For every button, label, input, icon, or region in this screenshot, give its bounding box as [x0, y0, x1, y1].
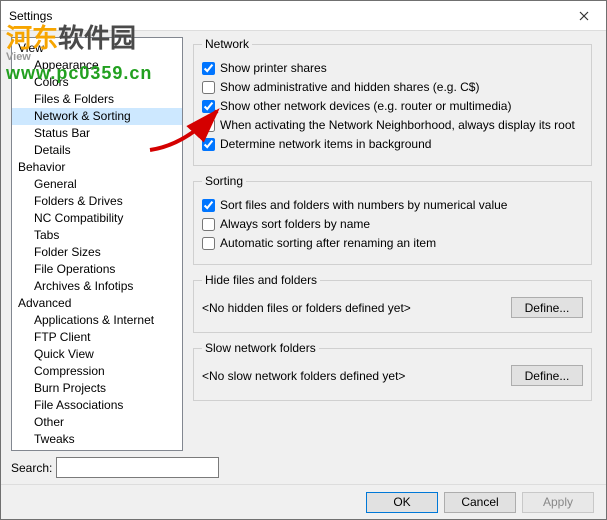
define-slow-button[interactable]: Define... [511, 365, 583, 386]
tree-item-tweaks[interactable]: Tweaks [12, 431, 182, 448]
group-sorting: Sorting Sort files and folders with numb… [193, 174, 592, 265]
tree-item-archives-infotips[interactable]: Archives & Infotips [12, 278, 182, 295]
category-tree[interactable]: View Appearance Colors Files & Folders N… [11, 37, 183, 451]
chk-auto-sort-rename[interactable]: Automatic sorting after renaming an item [202, 235, 583, 251]
search-label: Search: [11, 461, 52, 475]
chk-bg-network[interactable]: Determine network items in background [202, 136, 583, 152]
tree-item-compression[interactable]: Compression [12, 363, 182, 380]
tree-group-view[interactable]: View [12, 40, 182, 57]
tree-item-nc-compat[interactable]: NC Compatibility [12, 210, 182, 227]
tree-item-general[interactable]: General [12, 176, 182, 193]
define-hide-button[interactable]: Define... [511, 297, 583, 318]
dialog-footer: OK Cancel Apply [1, 484, 606, 519]
tree-item-details[interactable]: Details [12, 142, 182, 159]
apply-button[interactable]: Apply [522, 492, 594, 513]
tree-item-network-sorting[interactable]: Network & Sorting [12, 108, 182, 125]
group-network-legend: Network [202, 37, 252, 51]
chk-show-printer-shares[interactable]: Show printer shares [202, 60, 583, 76]
ok-button[interactable]: OK [366, 492, 438, 513]
group-network: Network Show printer shares Show adminis… [193, 37, 592, 166]
tree-item-apps-internet[interactable]: Applications & Internet [12, 312, 182, 329]
group-hide: Hide files and folders <No hidden files … [193, 273, 592, 333]
close-button[interactable] [561, 1, 606, 31]
chk-net2-box[interactable] [202, 81, 215, 94]
tree-item-file-assoc[interactable]: File Associations [12, 397, 182, 414]
chk-net3-box[interactable] [202, 100, 215, 113]
tree-item-quick-view[interactable]: Quick View [12, 346, 182, 363]
content-area: View Appearance Colors Files & Folders N… [1, 31, 606, 484]
chk-sort2-box[interactable] [202, 218, 215, 231]
chk-sort3-box[interactable] [202, 237, 215, 250]
chk-show-other-devices[interactable]: Show other network devices (e.g. router … [202, 98, 583, 114]
close-icon [579, 11, 589, 21]
group-slow: Slow network folders <No slow network fo… [193, 341, 592, 401]
tree-item-folders-drives[interactable]: Folders & Drives [12, 193, 182, 210]
tree-group-advanced[interactable]: Advanced [12, 295, 182, 312]
cancel-button[interactable]: Cancel [444, 492, 516, 513]
hide-msg: <No hidden files or folders defined yet> [202, 301, 511, 315]
tree-item-appearance[interactable]: Appearance [12, 57, 182, 74]
tree-item-tabs[interactable]: Tabs [12, 227, 182, 244]
titlebar: Settings [1, 1, 606, 31]
chk-net1-box[interactable] [202, 62, 215, 75]
tree-group-behavior[interactable]: Behavior [12, 159, 182, 176]
left-pane: View Appearance Colors Files & Folders N… [11, 37, 183, 484]
group-hide-legend: Hide files and folders [202, 273, 320, 287]
tree-item-burn-projects[interactable]: Burn Projects [12, 380, 182, 397]
tree-item-ftp-client[interactable]: FTP Client [12, 329, 182, 346]
chk-show-admin-shares[interactable]: Show administrative and hidden shares (e… [202, 79, 583, 95]
tree-item-folder-sizes[interactable]: Folder Sizes [12, 244, 182, 261]
chk-display-root[interactable]: When activating the Network Neighborhood… [202, 117, 583, 133]
tree-item-other[interactable]: Other [12, 414, 182, 431]
chk-sort-numeric[interactable]: Sort files and folders with numbers by n… [202, 197, 583, 213]
tree-item-colors[interactable]: Colors [12, 74, 182, 91]
tree-item-files-folders[interactable]: Files & Folders [12, 91, 182, 108]
tree-item-file-operations[interactable]: File Operations [12, 261, 182, 278]
search-row: Search: [11, 457, 183, 484]
window-title: Settings [9, 9, 561, 23]
slow-msg: <No slow network folders defined yet> [202, 369, 511, 383]
group-slow-legend: Slow network folders [202, 341, 319, 355]
chk-sort-folders-name[interactable]: Always sort folders by name [202, 216, 583, 232]
tree-item-status-bar[interactable]: Status Bar [12, 125, 182, 142]
chk-net4-box[interactable] [202, 119, 215, 132]
group-sorting-legend: Sorting [202, 174, 246, 188]
settings-dialog: Settings View Appearance Colors Files & … [0, 0, 607, 520]
chk-sort1-box[interactable] [202, 199, 215, 212]
right-pane: Network Show printer shares Show adminis… [183, 37, 596, 484]
chk-net5-box[interactable] [202, 138, 215, 151]
